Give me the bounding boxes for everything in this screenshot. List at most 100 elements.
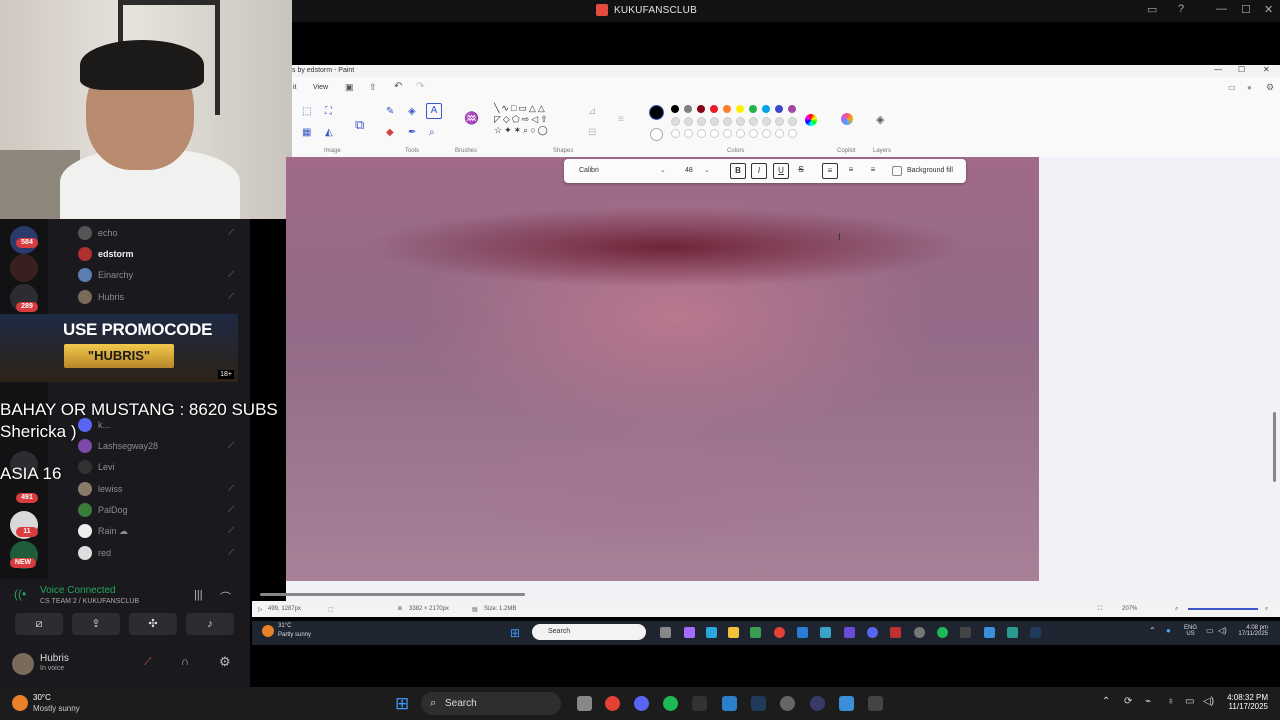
app-icon[interactable] (960, 627, 971, 638)
copilot-icon[interactable] (841, 113, 853, 125)
empty-color-swatch[interactable] (749, 129, 758, 138)
empty-color-swatch[interactable] (775, 129, 784, 138)
member-item[interactable]: Rain ☁ ⟋ (78, 524, 234, 538)
menu-edit[interactable]: it (293, 84, 297, 91)
shapes-gallery[interactable]: ╲∿□▭△△ ◸◇⬠⇨◁⇧ ☆✦✶⌕○◯ (494, 103, 550, 136)
italic-button[interactable]: I (751, 163, 767, 179)
color-swatch[interactable] (762, 105, 770, 113)
app-icon[interactable] (914, 627, 925, 638)
help-icon[interactable]: ? (1178, 3, 1184, 15)
tray-app-icon[interactable]: ⟳ (1124, 696, 1132, 707)
text-tool-icon[interactable]: A (426, 103, 442, 119)
copilot-icon[interactable] (684, 627, 695, 638)
save-icon[interactable]: ▣ (345, 82, 354, 93)
shape-size-icon[interactable]: ≡ (618, 114, 624, 125)
close-button[interactable]: ✕ (1263, 65, 1270, 74)
empty-color-swatch[interactable] (788, 117, 797, 126)
layers-icon[interactable]: ◈ (876, 113, 884, 126)
zoom-in-icon[interactable]: ⌕ (1265, 606, 1268, 613)
start-icon[interactable]: ⊞ (510, 626, 520, 640)
color-swatch[interactable] (710, 105, 718, 113)
feedback-icon[interactable]: ▭ (1228, 83, 1236, 92)
avatar[interactable] (12, 653, 34, 675)
notepad-icon[interactable] (984, 627, 995, 638)
app-icon[interactable] (810, 696, 825, 711)
crop-icon[interactable]: ⛶ (325, 106, 332, 117)
chrome-icon[interactable] (774, 627, 785, 638)
member-item[interactable]: Lashsegway28 ⟋ (78, 439, 234, 453)
align-right-button[interactable]: ≡ (866, 163, 880, 177)
empty-color-swatch[interactable] (671, 129, 680, 138)
spotify-icon[interactable] (937, 627, 948, 638)
soundboard-button[interactable]: ♪ (186, 613, 234, 635)
store-icon[interactable] (750, 627, 761, 638)
volume-icon[interactable]: ◁) (1218, 626, 1227, 635)
noise-suppression-icon[interactable]: ||| (194, 589, 203, 601)
mail-icon[interactable] (797, 627, 808, 638)
color2-swatch[interactable] (650, 128, 663, 141)
screen-share-button[interactable]: ⇪ (72, 613, 120, 635)
network-icon[interactable]: ▭ (1185, 696, 1194, 707)
discord-icon[interactable] (867, 627, 878, 638)
redo-icon[interactable]: ↷ (416, 81, 424, 92)
empty-color-swatch[interactable] (775, 117, 784, 126)
pencil-icon[interactable]: ✎ (386, 106, 394, 117)
color-swatch[interactable] (671, 105, 679, 113)
voice-channel[interactable]: CS TEAM 2 / KUKUFANSCLUB (40, 598, 139, 605)
steam-icon[interactable] (751, 696, 766, 711)
font-size-select[interactable]: 48 (685, 167, 693, 174)
mic-icon[interactable]: ♁ (1167, 696, 1175, 707)
app-icon[interactable] (890, 627, 901, 638)
bold-button[interactable]: B (730, 163, 746, 179)
chrome-icon[interactable] (605, 696, 620, 711)
member-item[interactable]: Hubris ⟋ (78, 290, 234, 304)
network-icon[interactable]: ▭ (1206, 626, 1214, 635)
app-icon[interactable] (820, 627, 831, 638)
member-item[interactable]: lewiss ⟋ (78, 482, 234, 496)
empty-color-swatch[interactable] (710, 117, 719, 126)
tray-app-icon[interactable]: ● (1166, 626, 1171, 635)
paint-icon[interactable] (1007, 627, 1018, 638)
menu-view[interactable]: View (313, 84, 328, 91)
strikethrough-button[interactable]: S (794, 163, 808, 177)
camera-off-button[interactable]: ⧄ (15, 613, 63, 635)
chevron-down-icon[interactable]: ⌄ (660, 166, 666, 174)
fit-to-window-icon[interactable]: ⛶ (1098, 606, 1102, 613)
empty-color-swatch[interactable] (710, 129, 719, 138)
app-icon[interactable] (722, 696, 737, 711)
headphones-icon[interactable]: ∩ (181, 656, 189, 668)
app-icon[interactable] (692, 696, 707, 711)
zoom-out-icon[interactable]: ⌕ (1175, 606, 1178, 613)
empty-color-swatch[interactable] (749, 117, 758, 126)
brush-icon[interactable]: ♒ (464, 111, 479, 125)
outline-icon[interactable]: ⊿ (588, 106, 596, 117)
maximize-button[interactable]: ☐ (1238, 65, 1245, 74)
color-swatch[interactable] (723, 105, 731, 113)
vertical-scrollbar[interactable] (1273, 160, 1277, 584)
search-box[interactable]: Search (421, 692, 561, 715)
share-icon[interactable]: ⇧ (369, 82, 377, 93)
app-icon[interactable] (868, 696, 883, 711)
member-item[interactable]: red ⟋ (78, 546, 234, 560)
app-icon[interactable] (780, 696, 795, 711)
minimize-button[interactable]: — (1216, 3, 1227, 15)
align-left-button[interactable]: ≡ (822, 163, 838, 179)
fill-style-icon[interactable]: ⊟ (588, 127, 596, 138)
color-swatch[interactable] (697, 105, 705, 113)
task-view-icon[interactable] (660, 627, 671, 638)
clock[interactable]: 4:08 pm 17/11/2025 (1238, 625, 1268, 637)
empty-color-swatch[interactable] (723, 129, 732, 138)
file-explorer-icon[interactable] (728, 627, 739, 638)
member-item[interactable]: PalDog ⟋ (78, 503, 234, 517)
chevron-up-icon[interactable]: ⌃ (1149, 626, 1156, 635)
start-icon[interactable]: ⊞ (395, 694, 409, 714)
image-transform-icon[interactable]: ⧉ (355, 117, 364, 133)
empty-color-swatch[interactable] (788, 129, 797, 138)
magnifier-icon[interactable]: ⌕ (429, 127, 435, 138)
edit-colors-icon[interactable] (805, 114, 817, 126)
empty-color-swatch[interactable] (723, 117, 732, 126)
zoom-level[interactable]: 207% (1122, 606, 1137, 612)
task-view-icon[interactable] (577, 696, 592, 711)
member-item[interactable]: k... (78, 418, 110, 432)
empty-color-swatch[interactable] (671, 117, 680, 126)
